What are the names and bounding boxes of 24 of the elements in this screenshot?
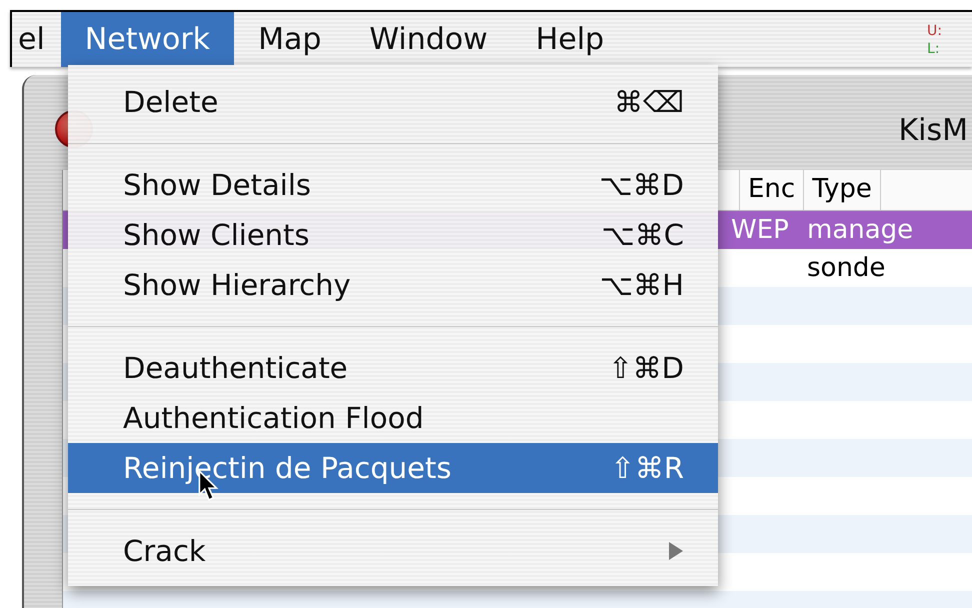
menu-item[interactable]: Show Hierarchy ⌥⌘H: [68, 260, 718, 310]
menu-item[interactable]: Deauthenticate ⇧⌘D: [68, 343, 718, 393]
menu-bar-item[interactable]: el: [12, 12, 61, 67]
table-cell: WEP: [731, 215, 789, 245]
window-title: KisM: [898, 113, 968, 148]
menu-item[interactable]: Show Details ⌥⌘D: [68, 160, 718, 210]
table-row[interactable]: WEP manage: [723, 211, 972, 249]
status-label: U:: [927, 22, 942, 40]
status-label: L:: [927, 40, 941, 58]
column-header[interactable]: Type: [804, 170, 881, 210]
submenu-arrow-icon: [668, 541, 684, 561]
menu-item[interactable]: Reinjectin de Pacquets ⇧⌘R: [68, 443, 718, 493]
menu-item[interactable]: Authentication Flood: [68, 393, 718, 443]
menu-item[interactable]: Delete ⌘⌫: [68, 77, 718, 127]
table-cell: manage: [807, 215, 914, 245]
menu-bar-item[interactable]: Help: [512, 12, 628, 67]
menu-bar-item[interactable]: Network: [60, 12, 234, 67]
menu-item[interactable]: Crack: [68, 526, 718, 576]
column-header[interactable]: Enc: [740, 170, 804, 210]
table-cell: sonde: [807, 253, 886, 283]
menu-bar-item[interactable]: Window: [345, 12, 512, 67]
menu-bar-item[interactable]: Map: [234, 12, 346, 67]
menu-item[interactable]: Show Clients ⌥⌘C: [68, 210, 718, 260]
table-row[interactable]: sonde: [723, 249, 972, 287]
